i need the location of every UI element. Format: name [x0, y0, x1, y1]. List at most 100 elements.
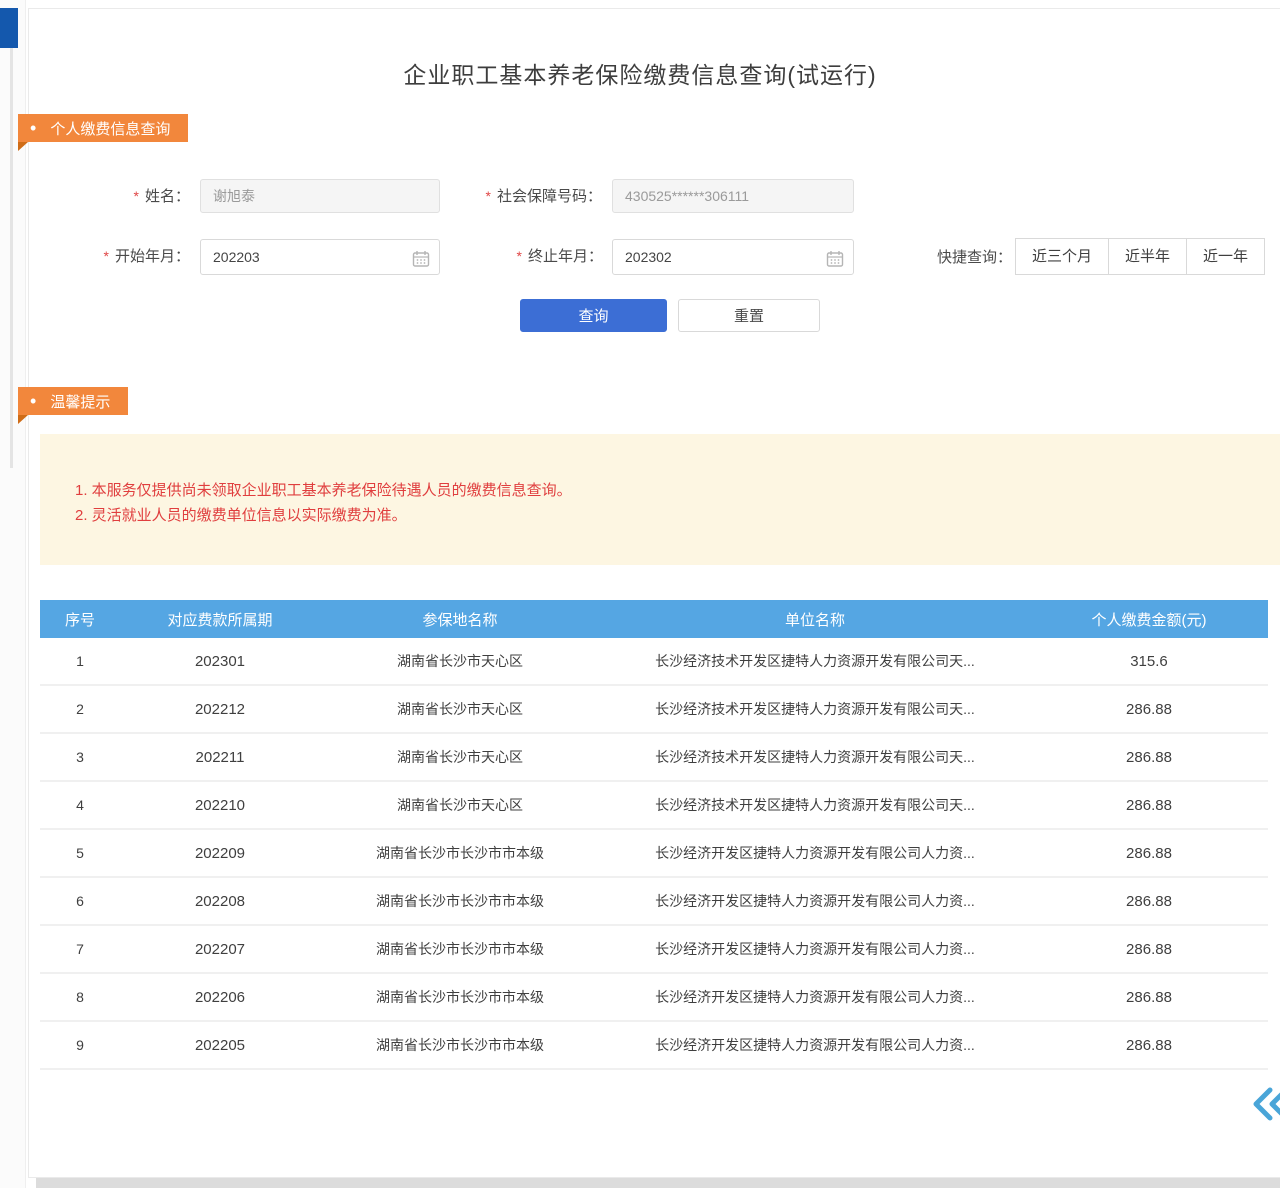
end-date-field[interactable]: 202302 [612, 239, 854, 275]
table-cell: 湖南省长沙市长沙市市本级 [320, 843, 600, 863]
table-cell: 202210 [120, 797, 320, 814]
double-chevron-left-icon[interactable] [1252, 1086, 1280, 1122]
table-cell: 湖南省长沙市天心区 [320, 795, 600, 815]
table-cell: 1 [40, 653, 120, 669]
table-cell: 202207 [120, 941, 320, 958]
table-cell: 长沙经济开发区捷特人力资源开发有限公司人力资... [600, 987, 1030, 1007]
section-badge-tips: • 温馨提示 [18, 387, 128, 415]
calendar-icon[interactable] [825, 247, 845, 281]
table-cell: 3 [40, 749, 120, 765]
badge-fold-decoration [18, 415, 28, 424]
table-header-cell: 参保地名称 [320, 609, 600, 630]
sidebar-divider [10, 48, 13, 468]
table-cell: 315.6 [1030, 653, 1268, 670]
table-row: 1202301湖南省长沙市天心区长沙经济技术开发区捷特人力资源开发有限公司天..… [40, 638, 1268, 686]
table-cell: 286.88 [1030, 989, 1268, 1006]
bottom-scrollbar[interactable] [36, 1178, 1280, 1188]
table-row: 6202208湖南省长沙市长沙市市本级长沙经济开发区捷特人力资源开发有限公司人力… [40, 878, 1268, 926]
table-body: 1202301湖南省长沙市天心区长沙经济技术开发区捷特人力资源开发有限公司天..… [40, 638, 1268, 1070]
table-cell: 湖南省长沙市长沙市市本级 [320, 1035, 600, 1055]
required-asterisk: * [134, 188, 139, 204]
left-margin-strip [0, 0, 26, 1188]
table-header-cell: 单位名称 [600, 609, 1030, 630]
table-cell: 202212 [120, 701, 320, 718]
notice-line: 2. 灵活就业人员的缴费单位信息以实际缴费为准。 [75, 503, 1260, 528]
table-cell: 湖南省长沙市长沙市市本级 [320, 939, 600, 959]
quick-btn-one-year[interactable]: 近一年 [1186, 238, 1265, 275]
table-cell: 5 [40, 845, 120, 861]
required-asterisk: * [486, 188, 491, 204]
table-cell: 202301 [120, 653, 320, 670]
table-cell: 湖南省长沙市天心区 [320, 747, 600, 767]
table-cell: 286.88 [1030, 941, 1268, 958]
table-cell: 286.88 [1030, 749, 1268, 766]
pension-query-page: 企业职工基本养老保险缴费信息查询(试运行) • 个人缴费信息查询 *姓名： 谢旭… [0, 0, 1280, 1188]
required-asterisk: * [517, 248, 522, 264]
table-cell: 长沙经济开发区捷特人力资源开发有限公司人力资... [600, 843, 1030, 863]
payment-table: 序号 对应费款所属期 参保地名称 单位名称 个人缴费金额(元) 1202301湖… [40, 600, 1268, 1070]
table-cell: 202211 [120, 749, 320, 766]
ssn-label: *社会保障号码： [460, 179, 602, 214]
table-cell: 长沙经济开发区捷特人力资源开发有限公司人力资... [600, 939, 1030, 959]
table-row: 7202207湖南省长沙市长沙市市本级长沙经济开发区捷特人力资源开发有限公司人力… [40, 926, 1268, 974]
table-cell: 9 [40, 1037, 120, 1053]
table-cell: 286.88 [1030, 701, 1268, 718]
name-label: *姓名： [85, 179, 190, 214]
sidebar-collapsed-tab[interactable] [0, 8, 18, 48]
table-cell: 长沙经济开发区捷特人力资源开发有限公司人力资... [600, 1035, 1030, 1055]
end-date-label: *终止年月： [495, 239, 603, 274]
badge-bullet: • [30, 392, 36, 410]
table-cell: 286.88 [1030, 893, 1268, 910]
table-cell: 7 [40, 941, 120, 957]
table-cell: 286.88 [1030, 845, 1268, 862]
quick-btn-3-months[interactable]: 近三个月 [1015, 238, 1109, 275]
table-row: 5202209湖南省长沙市长沙市市本级长沙经济开发区捷特人力资源开发有限公司人力… [40, 830, 1268, 878]
section-badge-label: 个人缴费信息查询 [50, 118, 170, 139]
name-field[interactable]: 谢旭泰 [200, 179, 440, 213]
quick-query-label: 快捷查询： [930, 240, 1012, 276]
table-cell: 湖南省长沙市长沙市市本级 [320, 987, 600, 1007]
table-cell: 202206 [120, 989, 320, 1006]
table-cell: 湖南省长沙市长沙市市本级 [320, 891, 600, 911]
page-title: 企业职工基本养老保险缴费信息查询(试运行) [0, 56, 1280, 90]
table-row: 9202205湖南省长沙市长沙市市本级长沙经济开发区捷特人力资源开发有限公司人力… [40, 1022, 1268, 1070]
notice-line: 1. 本服务仅提供尚未领取企业职工基本养老保险待遇人员的缴费信息查询。 [75, 478, 1260, 503]
reset-button[interactable]: 重置 [678, 299, 820, 332]
query-button[interactable]: 查询 [520, 299, 667, 332]
table-cell: 8 [40, 989, 120, 1005]
table-header-row: 序号 对应费款所属期 参保地名称 单位名称 个人缴费金额(元) [40, 600, 1268, 638]
table-header-cell: 对应费款所属期 [120, 609, 320, 630]
table-header-cell: 个人缴费金额(元) [1030, 609, 1268, 630]
quick-query-group: 近三个月 近半年 近一年 [1016, 238, 1265, 275]
table-row: 3202211湖南省长沙市天心区长沙经济技术开发区捷特人力资源开发有限公司天..… [40, 734, 1268, 782]
table-cell: 6 [40, 893, 120, 909]
table-cell: 长沙经济技术开发区捷特人力资源开发有限公司天... [600, 795, 1030, 815]
table-row: 4202210湖南省长沙市天心区长沙经济技术开发区捷特人力资源开发有限公司天..… [40, 782, 1268, 830]
notice-box: 1. 本服务仅提供尚未领取企业职工基本养老保险待遇人员的缴费信息查询。 2. 灵… [40, 434, 1280, 565]
table-cell: 286.88 [1030, 797, 1268, 814]
table-cell: 286.88 [1030, 1037, 1268, 1054]
table-cell: 长沙经济技术开发区捷特人力资源开发有限公司天... [600, 651, 1030, 671]
table-cell: 202205 [120, 1037, 320, 1054]
badge-fold-decoration [18, 142, 28, 151]
ssn-field[interactable]: 430525******306111 [612, 179, 854, 213]
table-cell: 湖南省长沙市天心区 [320, 651, 600, 671]
calendar-icon[interactable] [411, 247, 431, 281]
table-cell: 湖南省长沙市天心区 [320, 699, 600, 719]
table-cell: 长沙经济开发区捷特人力资源开发有限公司人力资... [600, 891, 1030, 911]
table-cell: 4 [40, 797, 120, 813]
table-cell: 202209 [120, 845, 320, 862]
table-row: 2202212湖南省长沙市天心区长沙经济技术开发区捷特人力资源开发有限公司天..… [40, 686, 1268, 734]
table-cell: 长沙经济技术开发区捷特人力资源开发有限公司天... [600, 747, 1030, 767]
table-cell: 长沙经济技术开发区捷特人力资源开发有限公司天... [600, 699, 1030, 719]
badge-bullet: • [30, 119, 36, 137]
start-date-label: *开始年月： [80, 239, 190, 274]
table-row: 8202206湖南省长沙市长沙市市本级长沙经济开发区捷特人力资源开发有限公司人力… [40, 974, 1268, 1022]
quick-btn-half-year[interactable]: 近半年 [1108, 238, 1187, 275]
start-date-field[interactable]: 202203 [200, 239, 440, 275]
table-cell: 2 [40, 701, 120, 717]
required-asterisk: * [104, 248, 109, 264]
table-cell: 202208 [120, 893, 320, 910]
table-header-cell: 序号 [40, 609, 120, 630]
section-badge-personal-query: • 个人缴费信息查询 [18, 114, 188, 142]
